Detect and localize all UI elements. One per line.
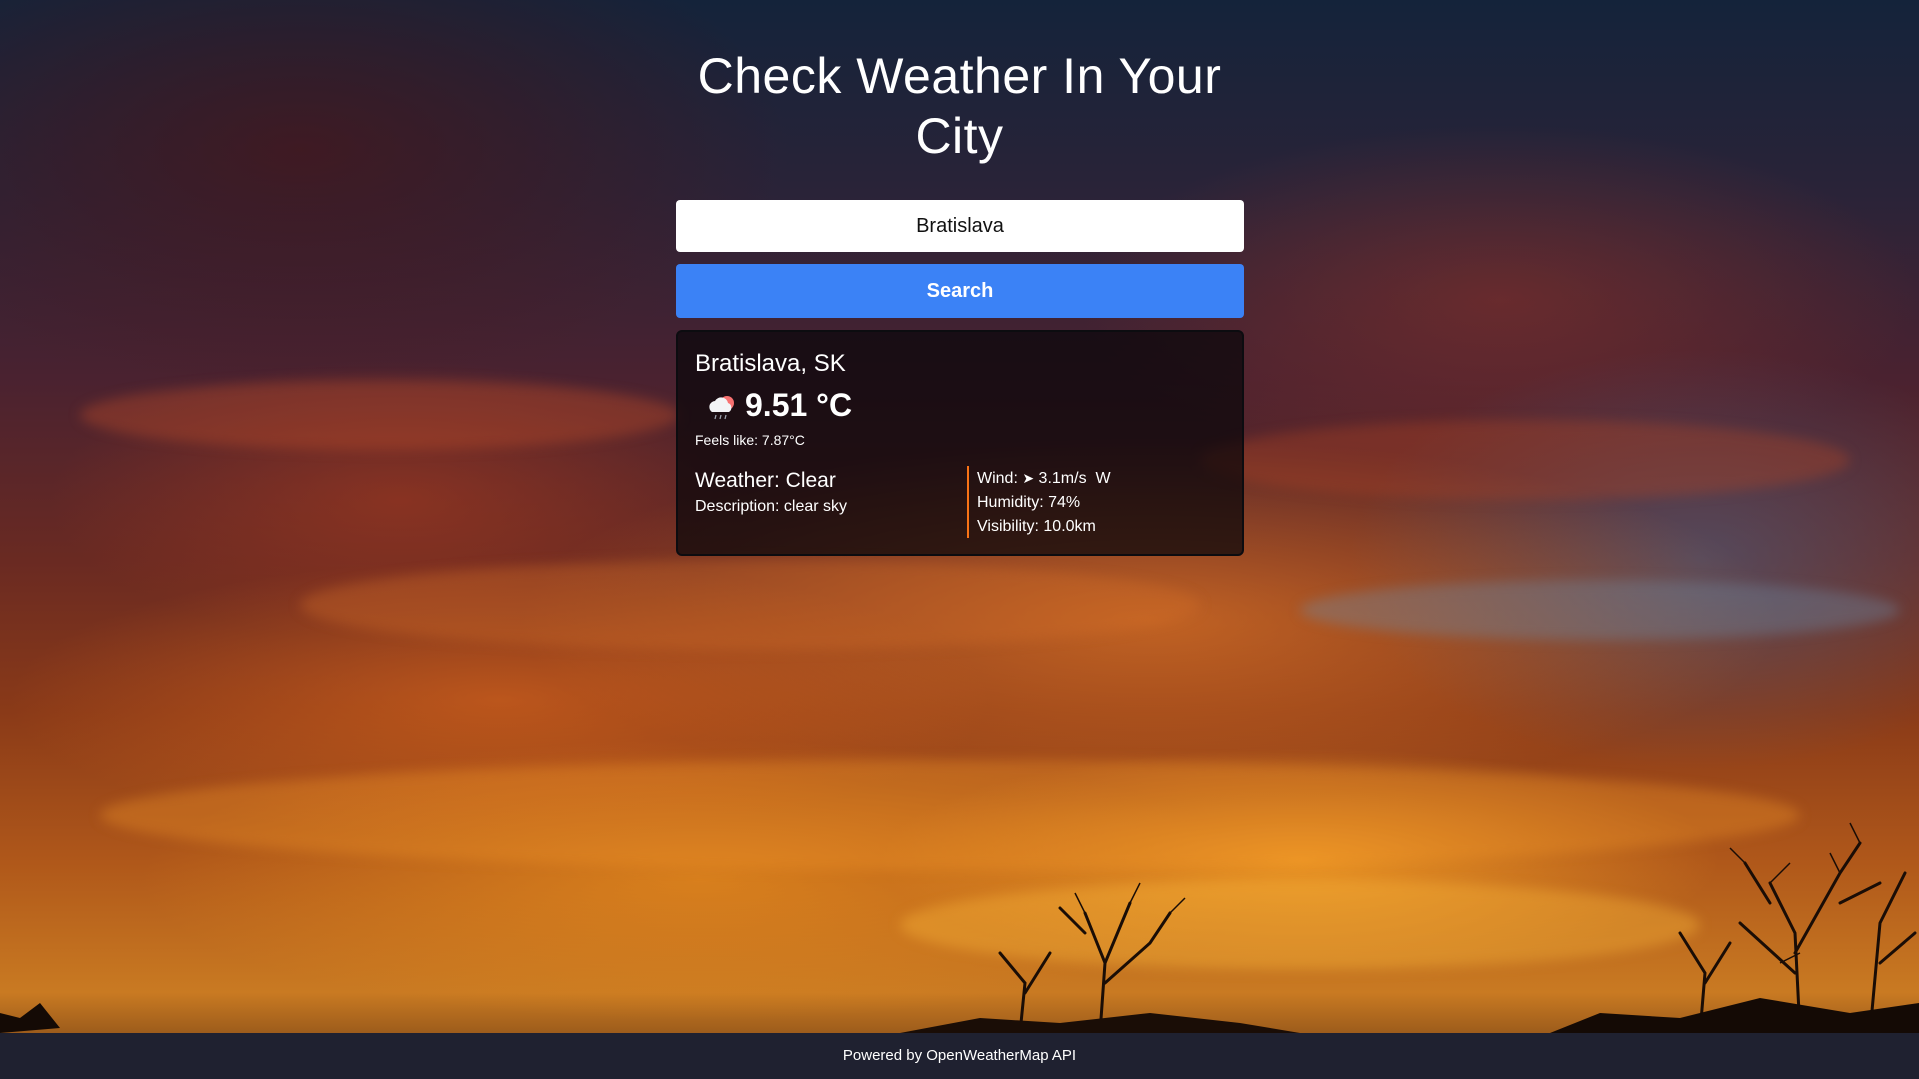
footer-text: Powered by OpenWeatherMap API xyxy=(842,1047,1077,1064)
page-title: Check Weather In Your City xyxy=(0,46,1919,166)
footer: Powered by OpenWeatherMap API xyxy=(0,1033,1919,1079)
tree-silhouette xyxy=(0,822,1919,1033)
search-button[interactable]: Search xyxy=(676,264,1244,318)
weather-condition: Weather: Clear xyxy=(695,469,836,492)
cloud-streak xyxy=(300,560,1200,650)
cloud-streak xyxy=(80,380,680,450)
temperature-value: 9.51 °C xyxy=(745,387,853,423)
city-search-input[interactable] xyxy=(676,200,1244,252)
background-sky: Check Weather In Your City Search Bratis… xyxy=(0,0,1919,1079)
humidity-line: Humidity: 74% xyxy=(977,494,1081,511)
cloud-streak xyxy=(1300,580,1900,640)
wind-direction-arrow-icon: ➤ xyxy=(1022,470,1035,486)
visibility-line: Visibility: 10.0km xyxy=(977,518,1096,535)
wind-line: Wind: ➤ 3.1m/s W xyxy=(977,466,1111,491)
weather-card: Bratislava, SK 9.51 °C Feels like: 7.87°… xyxy=(676,330,1244,556)
weather-details: Wind: ➤ 3.1m/s W Humidity: 74% Visibilit… xyxy=(967,466,1111,538)
cloud-streak xyxy=(1200,420,1850,500)
wind-label: Wind: xyxy=(977,470,1018,487)
wind-value: 3.1m/s W xyxy=(1038,470,1111,487)
weather-description: Description: clear sky xyxy=(695,498,848,515)
feels-like-text: Feels like: 7.87°C xyxy=(695,432,805,448)
page-title-text: Check Weather In Your City xyxy=(697,48,1222,164)
cloud-sun-rain-icon xyxy=(709,396,734,420)
location-name: Bratislava, SK xyxy=(695,350,846,377)
